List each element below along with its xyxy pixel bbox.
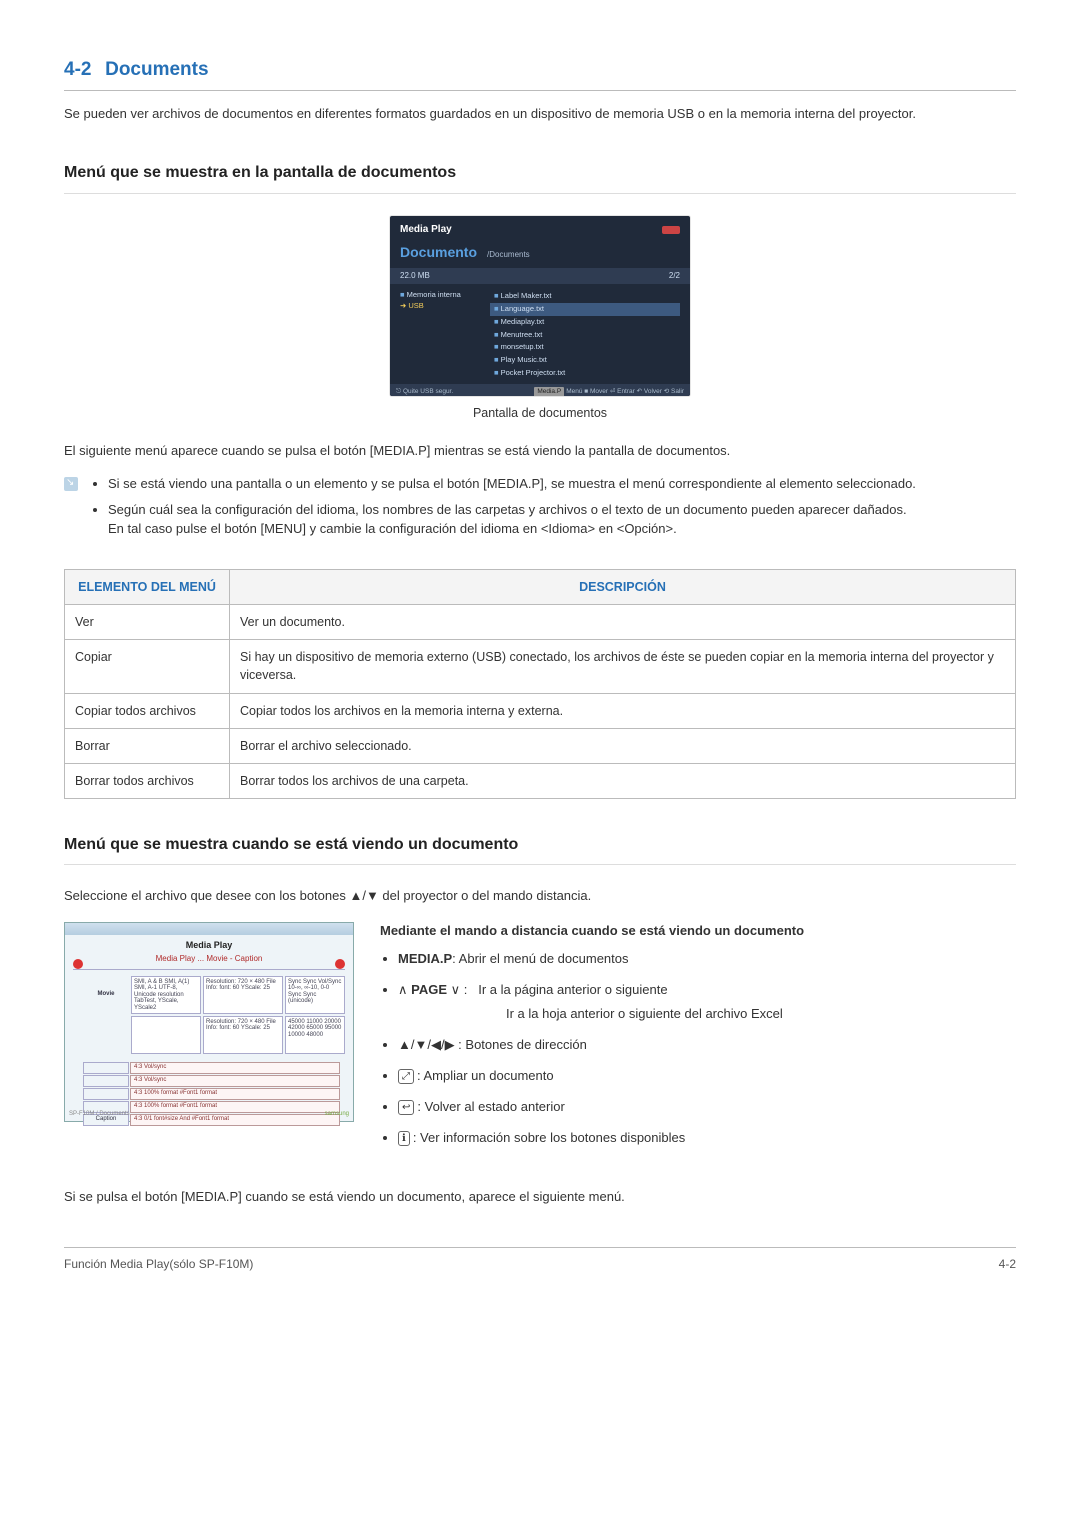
page-next-icon — [335, 959, 345, 969]
source-list: Memoria interna USB — [400, 290, 480, 380]
table-header-desc: DESCRIPCIÓN — [230, 570, 1016, 605]
mock2-cell: Resolution: 720 × 480 File Info: font: 6… — [203, 976, 283, 1014]
subsection1-heading: Menú que se muestra en la pantalla de do… — [64, 161, 1016, 184]
mock2-cell: 45000 11000 20000 42000 65000 95000 1000… — [285, 1016, 345, 1054]
footer-left: Función Media Play(sólo SP-F10M) — [64, 1256, 253, 1273]
section2-closing: Si se pulsa el botón [MEDIA.P] cuando se… — [64, 1188, 1016, 1207]
remove-usb-hint: ⎋ Quite USB segur. — [396, 387, 453, 395]
note-item: Si se está viendo una pantalla o un elem… — [108, 475, 916, 494]
footer-right: 4-2 — [999, 1256, 1016, 1273]
table-cell: Copiar todos los archivos en la memoria … — [230, 693, 1016, 728]
mock2-row-label — [83, 1016, 129, 1054]
source-usb: USB — [400, 301, 480, 312]
remote-item-zoom: ⤢: Ampliar un documento — [398, 1066, 1016, 1087]
file-item: Mediaplay.txt — [490, 316, 680, 329]
table-cell: Borrar el archivo seleccionado. — [230, 728, 1016, 763]
page-footer: Función Media Play(sólo SP-F10M) 4-2 — [64, 1247, 1016, 1273]
table-row: Borrar todos archivosBorrar todos los ar… — [65, 763, 1016, 798]
table-cell: Si hay un dispositivo de memoria externo… — [230, 640, 1016, 693]
table-cell: Borrar todos archivos — [65, 763, 230, 798]
info-icon: ℹ — [398, 1131, 410, 1146]
file-item: Label Maker.txt — [490, 290, 680, 303]
document-heading: Documento — [400, 242, 477, 262]
subsection2-heading: Menú que se muestra cuando se está viend… — [64, 833, 1016, 856]
table-cell: Copiar — [65, 640, 230, 693]
table-row: Copiar todos archivosCopiar todos los ar… — [65, 693, 1016, 728]
section2-lead: Seleccione el archivo que desee con los … — [64, 887, 1016, 906]
pager: 2/2 — [669, 270, 680, 282]
table-cell: Borrar todos los archivos de una carpeta… — [230, 763, 1016, 798]
section-number: 4-2 — [64, 59, 91, 80]
file-list: Label Maker.txtLanguage.txtMediaplay.txt… — [490, 290, 680, 380]
file-item: Language.txt — [490, 303, 680, 316]
mock2-cell: Sync Sync Vol/Sync 10-∞, ∞-10, 0-0 Sync … — [285, 976, 345, 1014]
file-item: monsetup.txt — [490, 341, 680, 354]
mock2-cell: Resolution: 720 × 480 File Info: font: 6… — [203, 1016, 283, 1054]
storage-size: 22.0 MB — [400, 270, 430, 282]
screenshot-documents: Media Play Documento /Documents 22.0 MB … — [64, 216, 1016, 396]
section-title: Documents — [105, 59, 208, 80]
remote-item-info: ℹ: Ver información sobre los botones dis… — [398, 1128, 1016, 1149]
mock2-corner-left: SP-F10M / Documents — [69, 1110, 130, 1119]
table-cell: Ver — [65, 605, 230, 640]
remote-subhead: Mediante el mando a distancia cuando se … — [380, 922, 1016, 941]
intro-paragraph: Se pueden ver archivos de documentos en … — [64, 105, 1016, 124]
table-cell: Copiar todos archivos — [65, 693, 230, 728]
zoom-icon: ⤢ — [398, 1069, 414, 1084]
back-icon: ↩ — [398, 1100, 414, 1115]
table-row: BorrarBorrar el archivo seleccionado. — [65, 728, 1016, 763]
after-screenshot-text: El siguiente menú aparece cuando se puls… — [64, 442, 1016, 461]
note-icon — [64, 477, 78, 491]
mock2-subtitle: Media Play ... Movie - Caption — [73, 953, 345, 970]
file-item: Pocket Projector.txt — [490, 367, 680, 380]
file-item: Play Music.txt — [490, 354, 680, 367]
mock2-cell: SMI, A & B SMI, A(1) SMI, A-1 UTF-8, Uni… — [131, 976, 201, 1014]
remote-item-mediap: MEDIA.P: Abrir el menú de documentos — [398, 949, 1016, 970]
mock2-corner-right: samsung — [325, 1110, 349, 1119]
source-internal: Memoria interna — [400, 290, 480, 301]
page-prev-icon — [73, 959, 83, 969]
breadcrumb-path: /Documents — [487, 249, 530, 261]
note-block: Si se está viendo una pantalla o un elem… — [64, 475, 1016, 548]
table-row: CopiarSi hay un dispositivo de memoria e… — [65, 640, 1016, 693]
nav-hints: Media.PMenú ■ Mover ⏎ Entrar ↶ Volver ⟲ … — [534, 387, 684, 395]
mock2-row-label: Movie — [83, 976, 129, 1014]
table-cell: Ver un documento. — [230, 605, 1016, 640]
media-play-label: Media Play — [400, 223, 452, 238]
section-number-title: 4-2 Documents — [64, 56, 1016, 91]
screenshot-caption: Pantalla de documentos — [64, 404, 1016, 422]
table-cell: Borrar — [65, 728, 230, 763]
table-header-item: ELEMENTO DEL MENÚ — [65, 570, 230, 605]
divider — [64, 193, 1016, 194]
mock2-cell — [131, 1016, 201, 1054]
remote-item-arrows: ▲/▼/◀/▶ : Botones de dirección — [398, 1035, 1016, 1056]
remote-item-back: ↩: Volver al estado anterior — [398, 1097, 1016, 1118]
mock2-title: Media Play — [65, 935, 353, 953]
usb-icon — [662, 226, 680, 234]
remote-item-page: ∧ PAGE ∨ : Ir a la página anterior o sig… — [398, 980, 1016, 1026]
menu-table: ELEMENTO DEL MENÚ DESCRIPCIÓN VerVer un … — [64, 569, 1016, 799]
note-item: Según cuál sea la configuración del idio… — [108, 501, 916, 539]
screenshot-document-view: Media Play Media Play ... Movie - Captio… — [64, 922, 354, 1122]
file-item: Menutree.txt — [490, 329, 680, 342]
notes-list: Si se está viendo una pantalla o un elem… — [90, 475, 916, 540]
divider — [64, 864, 1016, 865]
table-row: VerVer un documento. — [65, 605, 1016, 640]
